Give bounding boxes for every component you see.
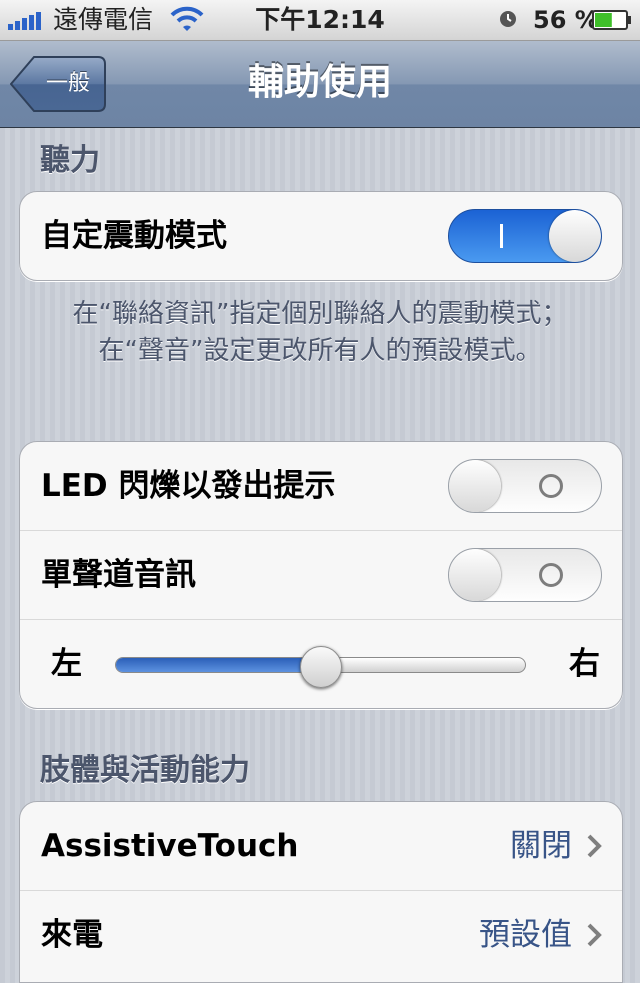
page-title: 輔助使用 <box>247 62 392 103</box>
battery-percentage: 56 % <box>533 6 599 34</box>
led-flash-row[interactable]: LED 閃爍以發出提示 <box>20 442 622 531</box>
chevron-right-icon <box>587 923 602 947</box>
off-indicator-icon <box>539 563 563 587</box>
mono-audio-toggle[interactable] <box>448 548 602 602</box>
battery-icon <box>592 10 631 30</box>
toggle-knob <box>549 210 601 262</box>
incoming-call-label: 來電 <box>41 917 103 953</box>
custom-vibration-toggle[interactable] <box>448 209 602 263</box>
status-bar: 遠傳電信 下午12:14 56 % <box>0 0 640 41</box>
toggle-knob <box>449 549 501 601</box>
assistive-touch-row[interactable]: AssistiveTouch 關閉 <box>20 802 622 891</box>
custom-vibration-group: 自定震動模式 <box>19 191 623 281</box>
physical-options-group: AssistiveTouch 關閉 來電 預設值 <box>19 801 623 983</box>
incoming-call-value: 預設值 <box>479 917 572 953</box>
mono-audio-row[interactable]: 單聲道音訊 <box>20 531 622 620</box>
mono-audio-label: 單聲道音訊 <box>41 557 196 593</box>
balance-left-label: 左 <box>51 646 82 682</box>
assistive-touch-value: 關閉 <box>510 828 572 864</box>
navigation-bar: 一般 輔助使用 <box>0 41 640 128</box>
custom-vibration-label: 自定震動模式 <box>41 218 227 254</box>
balance-slider-thumb[interactable] <box>299 646 342 688</box>
toggle-knob <box>449 460 501 512</box>
custom-vibration-row[interactable]: 自定震動模式 <box>20 192 622 280</box>
balance-right-label: 右 <box>569 646 600 682</box>
led-flash-toggle[interactable] <box>448 459 602 513</box>
led-flash-label: LED 閃爍以發出提示 <box>41 468 336 504</box>
assistive-touch-label: AssistiveTouch <box>41 828 299 864</box>
audio-balance-row: 左 右 <box>20 620 622 708</box>
section-header-hearing: 聽力 <box>40 143 100 178</box>
chevron-right-icon <box>587 834 602 858</box>
off-indicator-icon <box>539 474 563 498</box>
alarm-clock-icon <box>500 11 516 27</box>
custom-vibration-footer: 在“聯絡資訊”指定個別聯絡人的震動模式；在“聲音”設定更改所有人的預設模式。 <box>72 299 568 366</box>
section-header-physical: 肢體與活動能力 <box>40 753 250 788</box>
hearing-options-group: LED 閃爍以發出提示 單聲道音訊 左 右 <box>19 441 623 709</box>
balance-slider-fill <box>116 658 321 672</box>
on-indicator-icon <box>500 224 503 248</box>
incoming-call-row[interactable]: 來電 預設值 <box>20 891 622 979</box>
